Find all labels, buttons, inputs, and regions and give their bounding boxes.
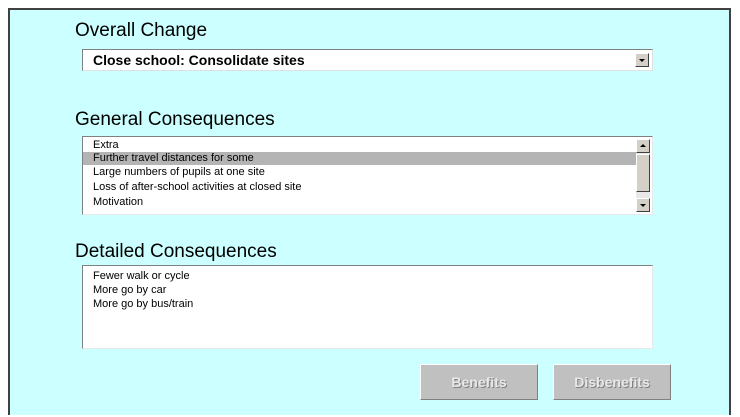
list-item[interactable]: Motivation <box>83 196 636 209</box>
list-item[interactable]: Large numbers of pupils at one site <box>83 166 636 179</box>
overall-change-title: Overall Change <box>75 20 208 41</box>
general-consequences-list[interactable]: Extra Further travel distances for some … <box>82 136 653 215</box>
general-consequences-title: General Consequences <box>75 109 275 130</box>
list-item: More go by car <box>93 284 167 296</box>
scrollbar-thumb[interactable] <box>636 154 650 192</box>
scroll-down-icon[interactable] <box>636 198 650 212</box>
list-item[interactable]: Extra <box>83 139 636 152</box>
detailed-consequences-list[interactable]: Fewer walk or cycle More go by car More … <box>82 265 653 349</box>
disbenefits-button[interactable]: Disbenefits <box>553 364 671 400</box>
dropdown-arrow-icon[interactable] <box>635 53 649 67</box>
overall-change-dropdown[interactable]: Close school: Consolidate sites <box>82 49 653 71</box>
detailed-consequences-title: Detailed Consequences <box>75 241 277 262</box>
benefits-button[interactable]: Benefits <box>420 364 538 400</box>
scroll-up-icon[interactable] <box>636 139 650 153</box>
list-item: Fewer walk or cycle <box>93 270 190 282</box>
main-panel: Overall Change Close school: Consolidate… <box>8 8 731 415</box>
overall-change-selected: Close school: Consolidate sites <box>93 52 305 68</box>
list-item-selected[interactable]: Further travel distances for some <box>83 152 636 165</box>
list-item[interactable]: Loss of after-school activities at close… <box>83 181 636 194</box>
list-item: More go by bus/train <box>93 298 194 310</box>
